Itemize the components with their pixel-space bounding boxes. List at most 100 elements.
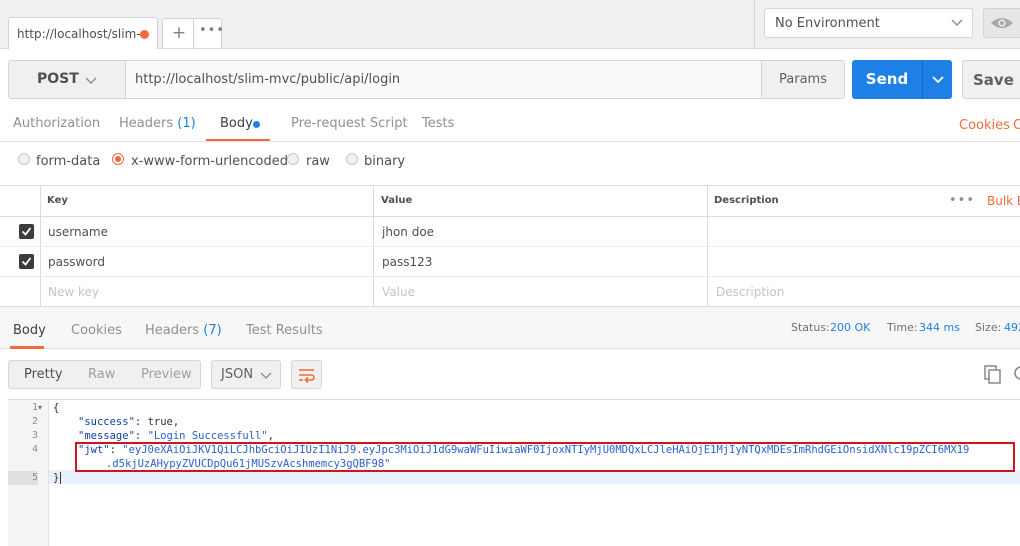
bulk-edit-link[interactable]: Bulk E: [987, 194, 1020, 208]
active-line: [8, 470, 1020, 484]
body-modified-dot-icon: [253, 121, 260, 128]
radio-raw[interactable]: [287, 153, 299, 165]
method-value: POST: [37, 71, 79, 87]
line-number: 5: [8, 471, 38, 485]
line-number: 3: [31, 430, 38, 441]
radio-raw-label[interactable]: raw: [306, 154, 330, 169]
tab-body[interactable]: Body: [220, 116, 253, 131]
table-header: Key Value Description ••• Bulk E: [0, 186, 1020, 217]
code-line: "success": true,: [78, 416, 180, 428]
line-number: 4: [31, 444, 38, 455]
response-tab-test-results[interactable]: Test Results: [246, 323, 323, 338]
method-select[interactable]: POST: [9, 61, 126, 98]
table-row-new: New key Value Description: [0, 277, 1020, 307]
request-tab[interactable]: http://localhost/slim-r: [8, 17, 158, 49]
tab-authorization[interactable]: Authorization: [13, 116, 100, 131]
view-mode-group: Pretty Raw Preview: [8, 360, 201, 389]
save-button[interactable]: Save: [962, 60, 1020, 99]
tab-headers-label: Headers: [119, 116, 174, 131]
active-tab-indicator: [10, 346, 44, 349]
row-enabled-checkbox[interactable]: [19, 224, 34, 239]
status-value[interactable]: 200 OK: [830, 321, 870, 334]
code-line: "message": "Login Successfull",: [78, 430, 274, 442]
code-line: }: [53, 472, 62, 484]
chevron-down-icon: [951, 19, 963, 27]
copy-icon[interactable]: [983, 364, 1003, 384]
code-line: {: [53, 402, 60, 414]
params-table: Key Value Description ••• Bulk E usernam…: [0, 185, 1020, 308]
request-tab-title: http://localhost/slim-r: [17, 27, 146, 41]
new-key-input[interactable]: New key: [48, 285, 99, 299]
top-tab-bar: http://localhost/slim-r + ••• No Environ…: [0, 0, 1020, 49]
tab-more-icon[interactable]: •••: [199, 23, 224, 43]
chevron-down-icon: [932, 76, 944, 84]
url-input[interactable]: [127, 61, 761, 98]
check-icon: [21, 227, 32, 236]
eye-icon: [991, 18, 1013, 28]
row-key[interactable]: username: [48, 225, 108, 239]
response-tab-body[interactable]: Body: [13, 323, 46, 338]
time-value[interactable]: 344 ms: [919, 321, 960, 334]
search-icon[interactable]: [1010, 364, 1020, 384]
response-tab-headers-label: Headers: [145, 323, 200, 338]
line-number-gutter: 1 ▾ 2 3 4 5: [8, 400, 49, 546]
radio-urlencoded-label[interactable]: x-www-form-urlencoded: [131, 154, 288, 169]
chevron-down-icon: [85, 77, 97, 85]
table-more-icon[interactable]: •••: [949, 193, 975, 208]
row-value[interactable]: pass123: [382, 255, 432, 269]
table-row: password pass123: [0, 247, 1020, 277]
chevron-down-icon: [260, 372, 272, 380]
new-value-input[interactable]: Value: [382, 285, 415, 299]
pretty-button[interactable]: Pretty: [24, 367, 63, 382]
format-value: JSON: [221, 367, 254, 382]
check-icon: [21, 257, 32, 266]
send-options-button[interactable]: [922, 60, 952, 99]
response-tab-headers[interactable]: Headers (7): [145, 323, 222, 338]
radio-urlencoded[interactable]: [112, 153, 124, 165]
tab-tools: + •••: [162, 18, 224, 49]
radio-form-data-label[interactable]: form-data: [36, 154, 100, 169]
status-label: Status:: [791, 321, 830, 334]
send-button[interactable]: Send: [852, 60, 922, 99]
divider: [0, 141, 1020, 142]
wrap-lines-button[interactable]: [291, 360, 322, 389]
column-header-value: Value: [381, 195, 413, 206]
new-tab-plus-icon[interactable]: +: [170, 23, 188, 43]
divider: [754, 0, 755, 49]
tab-headers-count: (1): [177, 116, 196, 131]
line-number: 1: [31, 402, 38, 413]
response-body-viewer[interactable]: 1 ▾ 2 3 4 5 { "success": true, "message"…: [8, 399, 1020, 546]
column-header-description: Description: [714, 195, 779, 206]
new-description-input[interactable]: Description: [716, 285, 784, 299]
size-value[interactable]: 492: [1004, 321, 1020, 334]
params-button[interactable]: Params: [761, 61, 844, 98]
code-link[interactable]: C: [1013, 118, 1020, 133]
format-select[interactable]: JSON: [211, 360, 281, 389]
environment-selected: No Environment: [775, 16, 880, 31]
row-enabled-checkbox[interactable]: [19, 254, 34, 269]
size-label: Size:: [975, 321, 1002, 334]
fold-arrow-icon[interactable]: ▾: [38, 401, 42, 415]
row-key[interactable]: password: [48, 255, 105, 269]
wrap-lines-icon: [299, 369, 315, 383]
annotation-highlight-box: [75, 442, 1015, 472]
tab-tests[interactable]: Tests: [422, 116, 454, 131]
raw-button[interactable]: Raw: [88, 367, 115, 382]
radio-form-data[interactable]: [18, 153, 30, 165]
radio-binary-label[interactable]: binary: [364, 154, 405, 169]
unsaved-dot-icon: [140, 30, 149, 39]
environment-quick-look-button[interactable]: [983, 8, 1020, 38]
line-number: 2: [31, 416, 38, 427]
tab-pre-request-script[interactable]: Pre-request Script: [291, 116, 408, 131]
preview-button[interactable]: Preview: [141, 367, 192, 382]
tab-headers[interactable]: Headers (1): [119, 116, 196, 131]
column-header-key: Key: [47, 195, 68, 206]
time-label: Time:: [887, 321, 918, 334]
environment-select[interactable]: No Environment: [764, 8, 973, 38]
table-row: username jhon doe: [0, 217, 1020, 247]
response-tab-cookies[interactable]: Cookies: [71, 323, 122, 338]
radio-binary[interactable]: [346, 153, 358, 165]
row-value[interactable]: jhon doe: [382, 225, 434, 239]
cookies-link[interactable]: Cookies: [959, 118, 1010, 133]
response-tab-headers-count: (7): [203, 323, 222, 338]
